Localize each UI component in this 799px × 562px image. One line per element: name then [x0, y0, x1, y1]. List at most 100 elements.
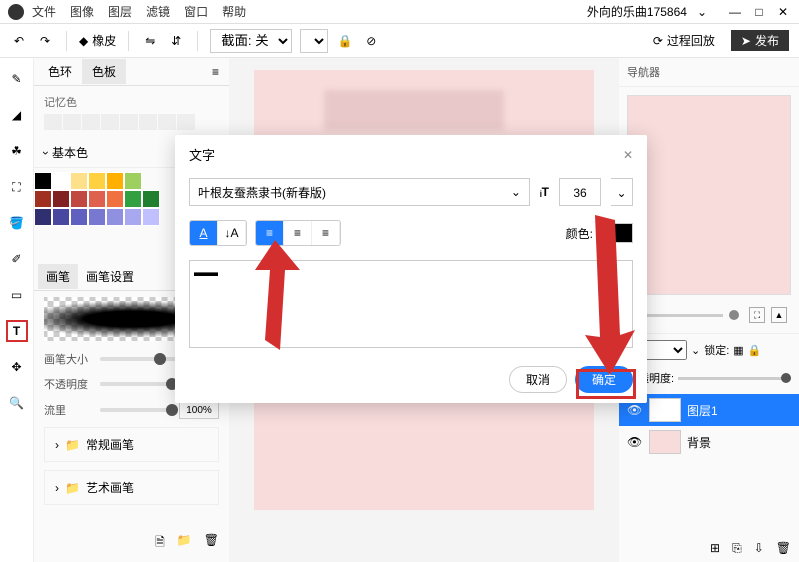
flow-value[interactable]: 100% — [179, 401, 219, 419]
doc-dropdown-icon[interactable]: ⌄ — [697, 5, 707, 19]
color-swatch[interactable] — [34, 172, 52, 190]
color-swatch[interactable] — [88, 190, 106, 208]
flow-slider[interactable] — [100, 408, 173, 412]
new-page-icon[interactable]: 🗎 — [155, 533, 165, 554]
align-left-button[interactable]: ≡ — [256, 221, 284, 245]
layer-row-bg[interactable]: 👁 背景 — [619, 426, 799, 458]
zoom-tool[interactable]: 🔍 — [6, 392, 28, 414]
brush-tool[interactable]: ✎ — [6, 68, 28, 90]
panel-menu-icon[interactable]: ≡ — [212, 65, 225, 79]
menu-file[interactable]: 文件 — [32, 3, 56, 20]
text-tool[interactable]: T — [6, 320, 28, 342]
layer-name[interactable]: 背景 — [687, 434, 711, 451]
align-center-button[interactable]: ≡ — [284, 221, 312, 245]
visibility-icon[interactable]: 👁 — [627, 403, 643, 417]
color-swatch[interactable] — [88, 208, 106, 226]
cancel-button[interactable]: 取消 — [509, 366, 567, 393]
replay-button[interactable]: ⟳ 过程回放 — [647, 30, 721, 51]
menu-window[interactable]: 窗口 — [184, 3, 208, 20]
fit-icon[interactable]: ⛶ — [749, 307, 765, 323]
zoom-thumb[interactable] — [729, 310, 739, 320]
color-swatch[interactable] — [142, 208, 160, 226]
navigator-label: 导航器 — [619, 58, 799, 87]
marquee-tool[interactable]: ⛶ — [6, 176, 28, 198]
eraser-icon: ◆ — [79, 34, 88, 48]
lock-icon[interactable]: 🔒 — [336, 32, 354, 50]
font-family-select[interactable]: 叶根友蚕燕隶书(新春版) ⌄ — [189, 178, 530, 206]
lock-all-icon[interactable]: 🔒 — [748, 344, 762, 357]
delete-layer-icon[interactable]: 🗑 — [776, 541, 791, 556]
delete-icon[interactable]: 🗑 — [204, 533, 219, 554]
color-swatch[interactable] — [106, 172, 124, 190]
tab-color-ring[interactable]: 色环 — [38, 59, 82, 84]
new-folder-icon[interactable]: 📁 — [177, 533, 192, 554]
font-size-dropdown[interactable]: ⌄ — [611, 178, 633, 206]
menu-filter[interactable]: 滤镜 — [146, 3, 170, 20]
smudge-tool[interactable]: ☘ — [6, 140, 28, 162]
shape-tool[interactable]: ▭ — [6, 284, 28, 306]
color-swatch[interactable] — [88, 172, 106, 190]
eraser-tool[interactable]: ◢ — [6, 104, 28, 126]
folder-icon: 📁 — [65, 481, 80, 495]
tab-brush[interactable]: 画笔 — [38, 264, 78, 289]
merge-icon[interactable]: ⇩ — [754, 541, 764, 556]
menu-image[interactable]: 图像 — [70, 3, 94, 20]
tab-brush-settings[interactable]: 画笔设置 — [78, 264, 142, 289]
dialog-close-icon[interactable]: ✕ — [623, 148, 633, 162]
font-size-input[interactable]: 36 — [559, 178, 601, 206]
redo-button[interactable]: ↷ — [36, 32, 54, 50]
navigator-preview[interactable] — [627, 95, 791, 295]
fill-tool[interactable]: 🪣 — [6, 212, 28, 234]
color-swatch[interactable] — [70, 172, 88, 190]
color-swatch[interactable] — [70, 208, 88, 226]
brushes-art[interactable]: › 📁 艺术画笔 — [44, 470, 219, 505]
menu-help[interactable]: 帮助 — [222, 3, 246, 20]
color-swatch[interactable] — [52, 172, 70, 190]
tab-color-board[interactable]: 色板 — [82, 59, 126, 84]
layer-name[interactable]: 图层1 — [687, 402, 718, 419]
crop-select[interactable]: 截面: 关 — [210, 29, 292, 53]
flip-h-icon[interactable]: ⇋ — [141, 32, 159, 50]
color-swatch[interactable] — [34, 208, 52, 226]
color-swatch[interactable] — [34, 190, 52, 208]
crop-dd[interactable] — [300, 29, 328, 53]
flip-v-icon[interactable]: ⇵ — [167, 32, 185, 50]
close-button[interactable]: ✕ — [775, 5, 791, 19]
publish-button[interactable]: ➤ 发布 — [731, 30, 789, 51]
text-vertical-button[interactable]: ↓A — [218, 221, 246, 245]
color-swatch[interactable] — [124, 190, 142, 208]
move-tool[interactable]: ✥ — [6, 356, 28, 378]
flow-label: 流里 — [44, 402, 94, 418]
color-swatch[interactable] — [52, 190, 70, 208]
flip-icon[interactable]: ▲ — [771, 307, 787, 323]
color-swatch[interactable] — [52, 208, 70, 226]
undo-button[interactable]: ↶ — [10, 32, 28, 50]
text-color-chip[interactable] — [607, 223, 633, 243]
color-swatch[interactable] — [70, 190, 88, 208]
text-horizontal-button[interactable]: A — [190, 221, 218, 245]
add-layer-icon[interactable]: ⊞ — [710, 541, 720, 556]
ok-button[interactable]: 确定 — [575, 366, 633, 393]
brushes-regular[interactable]: › 📁 常规画笔 — [44, 427, 219, 462]
color-swatch[interactable] — [106, 208, 124, 226]
eyedropper-tool[interactable]: ✐ — [6, 248, 28, 270]
color-swatch[interactable] — [124, 172, 142, 190]
folder-icon: 📁 — [65, 438, 80, 452]
text-input[interactable]: ▬▬ — [189, 260, 633, 348]
color-swatch[interactable] — [106, 190, 124, 208]
layer-opacity-slider[interactable] — [678, 377, 791, 380]
lock-label: 锁定: — [704, 342, 729, 358]
color-swatch[interactable] — [124, 208, 142, 226]
visibility-icon[interactable]: 👁 — [627, 435, 643, 449]
align-right-button[interactable]: ≡ — [312, 221, 340, 245]
lock-px-icon[interactable]: ▦ — [733, 344, 743, 357]
opacity-slider[interactable] — [100, 382, 173, 386]
maximize-button[interactable]: □ — [751, 5, 767, 19]
menu-layer[interactable]: 图层 — [108, 3, 132, 20]
minimize-button[interactable]: — — [727, 5, 743, 19]
copy-layer-icon[interactable]: ⎘ — [732, 541, 742, 556]
eraser-tool-option[interactable]: ◆ 橡皮 — [79, 32, 116, 49]
no-icon[interactable]: ⊘ — [362, 32, 380, 50]
color-swatch[interactable] — [142, 190, 160, 208]
document-name[interactable]: 外向的乐曲175864 — [587, 3, 687, 20]
